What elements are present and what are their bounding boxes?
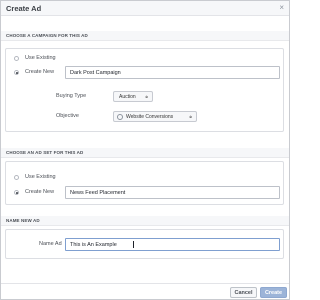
chevron-down-icon: ≑: [189, 114, 193, 119]
text-cursor: [133, 241, 134, 248]
ad-set-create-new-label: Create New: [25, 189, 55, 195]
ad-name-value: This is An Example: [70, 242, 117, 248]
ad-set-name-input[interactable]: News Feed Placement: [65, 186, 280, 199]
buying-type-label: Buying Type: [56, 93, 87, 99]
campaign-name-value: Dark Post Campaign: [70, 70, 121, 76]
campaign-name-input[interactable]: Dark Post Campaign: [65, 66, 280, 79]
radio-button[interactable]: [14, 56, 19, 61]
radio-button-selected[interactable]: [14, 70, 19, 75]
name-ad-section-title: NAME NEW AD: [6, 218, 40, 223]
dialog-footer: Cancel Create: [1, 283, 289, 299]
create-ad-dialog: Create Ad × CHOOSE A CAMPAIGN FOR THIS A…: [0, 0, 290, 300]
ad-set-panel: Use Existing Create New News Feed Placem…: [5, 161, 284, 205]
radio-button[interactable]: [14, 175, 19, 180]
ad-set-use-existing-label: Use Existing: [25, 174, 56, 180]
name-ad-section-header: NAME NEW AD: [1, 216, 289, 226]
ad-set-name-value: News Feed Placement: [70, 190, 126, 196]
ad-set-section-title: CHOOSE AN AD SET FOR THIS AD: [6, 150, 84, 155]
buying-type-value: Auction: [119, 94, 136, 100]
chevron-down-icon: ≑: [145, 94, 149, 99]
cancel-button[interactable]: Cancel: [230, 287, 257, 298]
campaign-create-new-label: Create New: [25, 69, 55, 75]
buying-type-select[interactable]: Auction ≑: [113, 91, 153, 102]
campaign-panel: Use Existing Create New Dark Post Campai…: [5, 48, 284, 132]
radio-button-selected[interactable]: [14, 190, 19, 195]
campaign-use-existing-label: Use Existing: [25, 55, 56, 61]
dialog-titlebar: Create Ad ×: [1, 1, 289, 16]
objective-label: Objective: [56, 113, 79, 119]
create-button[interactable]: Create: [260, 287, 287, 298]
objective-value: Website Conversions: [126, 114, 174, 120]
campaign-section-title: CHOOSE A CAMPAIGN FOR THIS AD: [6, 33, 88, 38]
ad-name-input[interactable]: This is An Example: [65, 238, 280, 251]
campaign-section-header: CHOOSE A CAMPAIGN FOR THIS AD: [1, 31, 289, 41]
close-icon[interactable]: ×: [279, 3, 284, 13]
name-ad-label: Name Ad: [39, 241, 62, 247]
globe-icon: [117, 114, 123, 120]
ad-set-section-header: CHOOSE AN AD SET FOR THIS AD: [1, 148, 289, 158]
name-ad-panel: Name Ad This is An Example: [5, 229, 284, 259]
dialog-title: Create Ad: [6, 4, 42, 13]
objective-select[interactable]: Website Conversions ≑: [113, 111, 197, 122]
